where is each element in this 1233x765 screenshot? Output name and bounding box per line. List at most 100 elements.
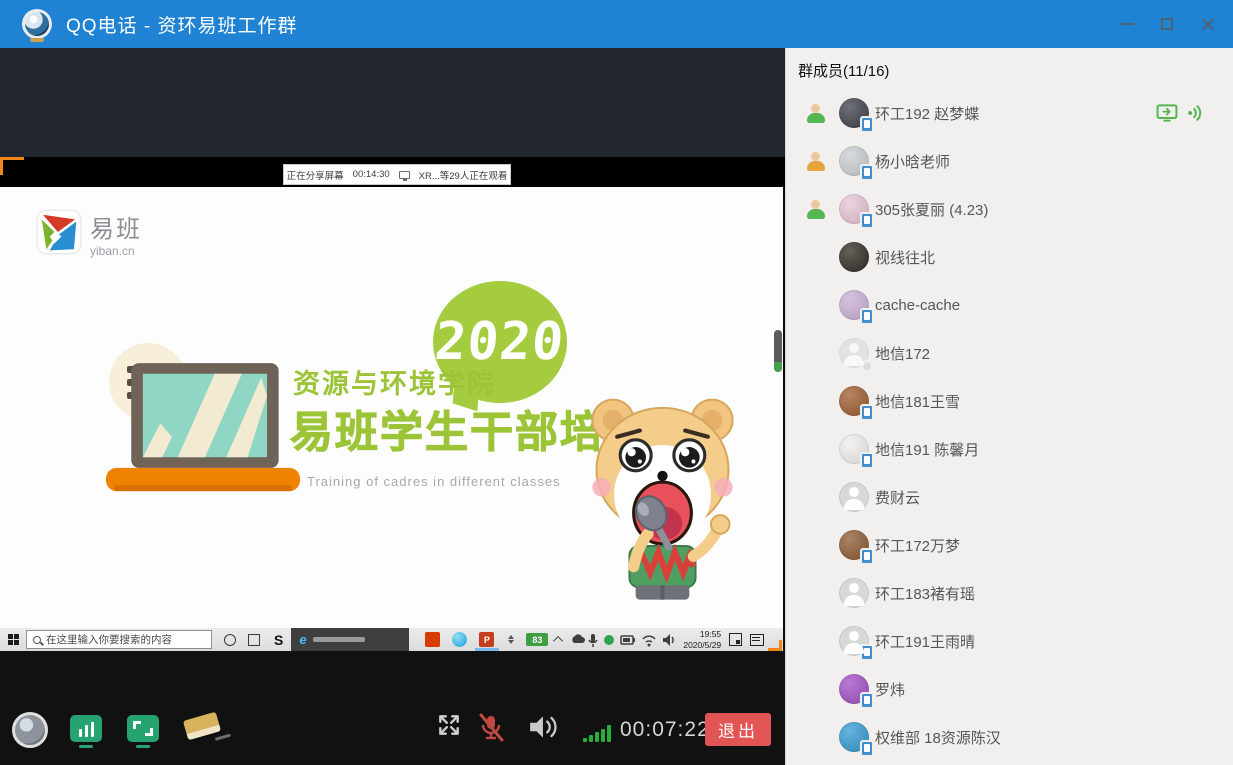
yiban-logo-title: 易班 [90, 209, 142, 244]
close-icon [1200, 17, 1215, 32]
member-avatar [839, 530, 869, 560]
member-row[interactable]: 权维部 18资源陈汉 [786, 713, 1233, 761]
member-row[interactable]: 地信191 陈馨月 [786, 425, 1233, 473]
volume-icon [663, 634, 673, 646]
taskbar-clock: 19:55 2020/5/29 [683, 629, 721, 650]
member-row[interactable]: 地信172 [786, 329, 1233, 377]
taskbar-search-input: 在这里输入你要搜索的内容 [26, 630, 212, 649]
close-button[interactable] [1191, 8, 1223, 40]
pen-workspace-icon [729, 633, 742, 646]
microphone-muted-button[interactable] [476, 712, 506, 744]
region-corner-icon [133, 721, 141, 729]
cloud-icon [573, 634, 586, 643]
mobile-badge-icon [860, 308, 874, 325]
member-name: 地信181王雪 [875, 391, 960, 412]
sharing-status-label: 正在分享屏幕 [287, 168, 344, 182]
member-row[interactable]: 环工183褚有瑶 [786, 569, 1233, 617]
member-row[interactable]: cache-cache [786, 281, 1233, 329]
member-name: 环工183褚有瑶 [875, 583, 975, 604]
search-placeholder: 在这里输入你要搜索的内容 [46, 632, 172, 647]
mobile-badge-icon [860, 644, 874, 661]
member-name: 环工191王雨晴 [875, 631, 975, 652]
member-avatar [839, 242, 869, 272]
member-name: 费财云 [875, 487, 920, 508]
member-row[interactable]: 305张夏丽 (4.23) [786, 185, 1233, 233]
maximize-icon [1161, 18, 1173, 30]
member-name: 环工172万梦 [875, 535, 960, 556]
member-row[interactable]: 环工172万梦 [786, 521, 1233, 569]
member-avatar [839, 482, 869, 512]
office-app-icon [425, 632, 440, 647]
active-app-taskbar-button: e [291, 628, 409, 651]
video-top-strip [0, 48, 785, 157]
member-name: 地信172 [875, 343, 930, 364]
share-region-button[interactable] [127, 715, 159, 742]
camera-button[interactable] [12, 712, 48, 748]
yiban-logo-text: 易班 yiban.cn [90, 209, 142, 258]
members-panel: 群成员(11/16) 环工192 赵梦蝶 杨小晗老师 [785, 48, 1233, 765]
member-row[interactable]: 地信181王雪 [786, 377, 1233, 425]
wifi-icon [643, 636, 655, 646]
window-controls [1111, 0, 1223, 48]
teal-app-icon [452, 632, 467, 647]
system-tray-icons [571, 632, 675, 648]
member-avatar [839, 146, 869, 176]
maximize-button[interactable] [1151, 8, 1183, 40]
member-status-icons [1156, 89, 1205, 137]
titlebar: QQ电话 - 资环易班工作群 [0, 0, 1233, 48]
fullscreen-button[interactable] [436, 712, 462, 738]
window-title: QQ电话 - 资环易班工作群 [66, 11, 297, 38]
member-row[interactable]: 费财云 [786, 473, 1233, 521]
tray-chevron-icon [553, 636, 563, 646]
member-name: 305张夏丽 (4.23) [875, 199, 988, 220]
exit-call-button[interactable]: 退出 [705, 713, 771, 746]
action-center-icon [750, 634, 764, 646]
presence-indicator-icon [806, 152, 826, 171]
member-name: 地信191 陈馨月 [875, 439, 979, 460]
presence-indicator-icon [806, 104, 826, 123]
yiban-logo: 易班 yiban.cn [36, 209, 142, 258]
member-avatar [839, 338, 869, 368]
start-button-icon [0, 628, 26, 651]
member-avatar [839, 578, 869, 608]
member-row[interactable]: 视线往北 [786, 233, 1233, 281]
member-row[interactable]: 环工192 赵梦蝶 [786, 89, 1233, 137]
battery-icon [621, 636, 635, 644]
member-avatar [839, 386, 869, 416]
viewers-monitor-icon [399, 171, 410, 179]
member-row[interactable]: 环工191王雨晴 [786, 617, 1233, 665]
member-avatar [839, 194, 869, 224]
region-corner-icon [145, 728, 153, 736]
members-header: 群成员(11/16) [786, 48, 1233, 81]
presentation-slide: 易班 yiban.cn [0, 187, 783, 628]
eraser-button[interactable] [183, 712, 221, 741]
member-name: 环工192 赵梦蝶 [875, 103, 979, 124]
tray-number-badge: 83 [526, 633, 548, 646]
mobile-badge-icon [861, 360, 873, 372]
slide-subtitle-en: Training of cadres in different classes [307, 474, 561, 489]
screen-demo-button[interactable] [70, 715, 102, 742]
member-row[interactable]: 罗炜 [786, 665, 1233, 713]
video-scrollbar-thumb [774, 330, 782, 372]
search-icon [33, 636, 41, 644]
webcam-icon [22, 9, 52, 39]
member-avatar [839, 434, 869, 464]
member-name: 权维部 18资源陈汉 [875, 727, 1001, 748]
mobile-badge-icon [860, 404, 874, 421]
s-app-icon: S [274, 628, 283, 651]
minimize-button[interactable] [1111, 8, 1143, 40]
speaker-button[interactable] [528, 712, 560, 742]
laptop-illustration [106, 363, 300, 499]
powerpoint-taskbar-item: P [473, 628, 500, 651]
member-name: 视线往北 [875, 247, 935, 268]
network-signal-indicator [583, 722, 611, 742]
member-list: 环工192 赵梦蝶 杨小晗老师 [786, 89, 1233, 761]
share-region-corner-bottom-right [768, 640, 782, 651]
app-title-bar [313, 637, 365, 642]
member-avatar [839, 722, 869, 752]
share-region-corner-top-left [0, 157, 24, 175]
member-row[interactable]: 杨小晗老师 [786, 137, 1233, 185]
mobile-badge-icon [860, 116, 874, 133]
speaking-icon [1187, 104, 1205, 122]
qq-call-window: QQ电话 - 资环易班工作群 正在分享屏幕 00:14:30 XR...等29人… [0, 0, 1233, 765]
